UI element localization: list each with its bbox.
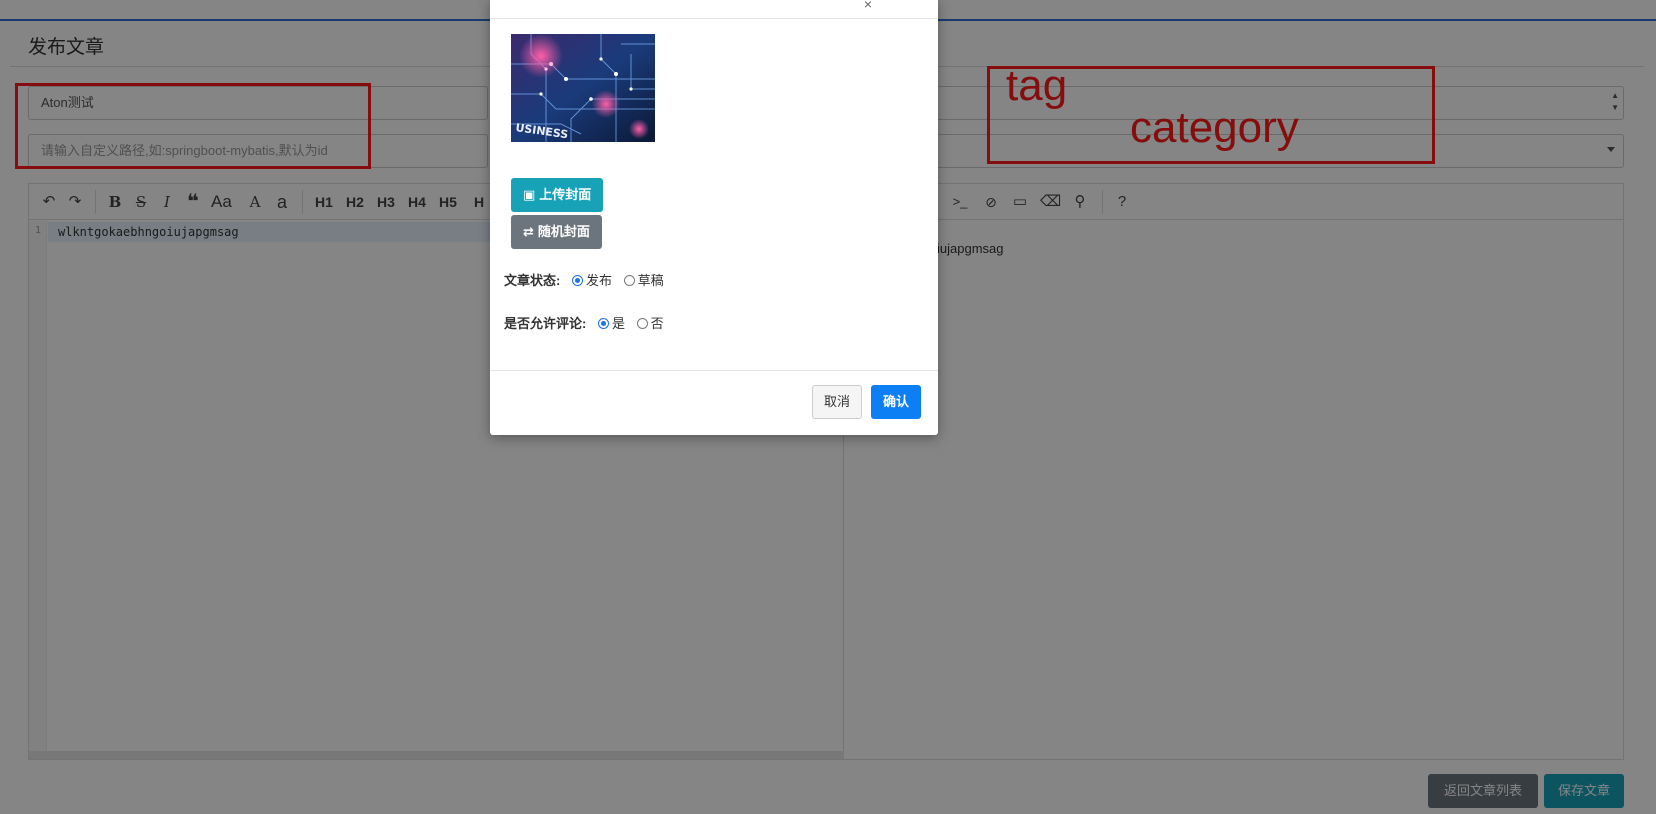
modal-footer-divider [490,370,938,371]
publish-settings-modal: × USINESS ▣ 上传封面 ⇄ 随机封面 文章状态: 发布 草稿 是否允许… [490,0,938,435]
close-icon[interactable]: × [864,0,872,12]
modal-header-divider [490,18,938,19]
cover-image: USINESS [511,34,655,142]
comments-yes-radio[interactable] [597,318,609,329]
status-publish-radio[interactable] [571,275,583,286]
comments-yes-label[interactable]: 是 [612,316,625,331]
upload-cover-label: 上传封面 [539,187,592,202]
status-draft-radio[interactable] [623,275,635,286]
cancel-button[interactable]: 取消 [812,385,863,419]
comments-no-radio[interactable] [636,318,648,329]
status-draft-label[interactable]: 草稿 [638,273,664,288]
status-publish-label[interactable]: 发布 [586,273,612,288]
allow-comments-label: 是否允许评论: [504,316,587,331]
upload-cover-button[interactable]: ▣ 上传封面 [511,178,604,212]
comments-no-label[interactable]: 否 [651,316,664,331]
confirm-button[interactable]: 确认 [871,385,922,419]
allow-comments-row: 是否允许评论: 是 否 [504,313,670,332]
random-cover-label: 随机封面 [537,224,590,239]
article-status-row: 文章状态: 发布 草稿 [504,270,670,289]
image-icon: ▣ [523,187,536,202]
shuffle-icon: ⇄ [523,224,534,239]
article-status-label: 文章状态: [504,273,561,288]
random-cover-button[interactable]: ⇄ 随机封面 [511,215,602,249]
